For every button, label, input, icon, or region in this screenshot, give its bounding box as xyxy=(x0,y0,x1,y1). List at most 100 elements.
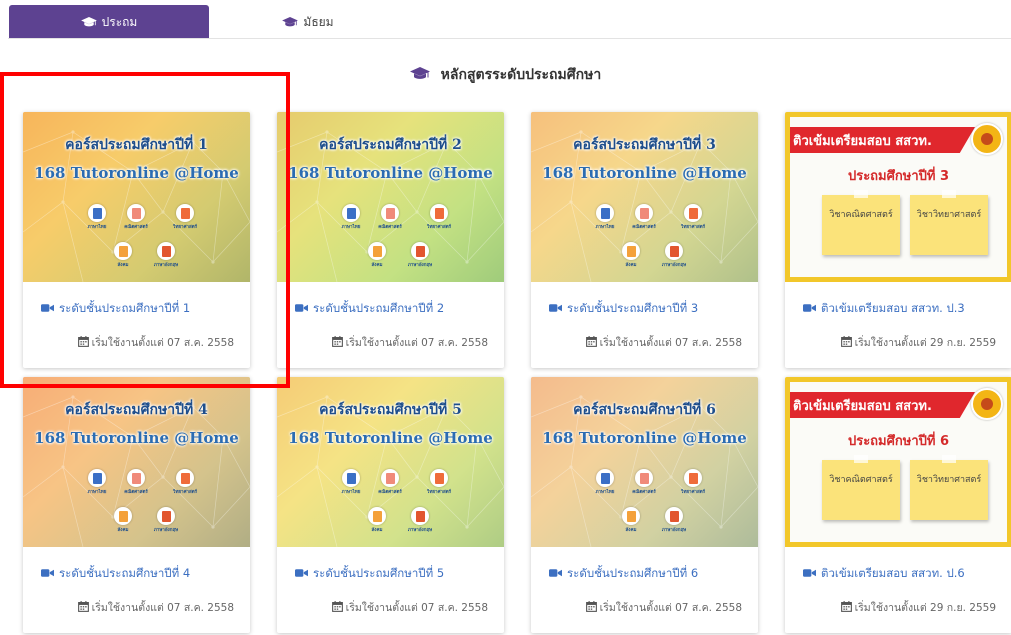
course-card[interactable]: คอร์สประถมศึกษาปีที่ 4 168 Tutoronline @… xyxy=(23,377,250,633)
subject-icon xyxy=(176,469,194,487)
course-title-link[interactable]: ติวเข้มเตรียมสอบ สสวท. ป.6 xyxy=(803,565,965,583)
subject-icon xyxy=(665,242,683,260)
subject-icon xyxy=(127,204,145,222)
course-thumbnail[interactable]: ติวเข้มเตรียมสอบ สสวท. ประถมศึกษาปีที่ 3… xyxy=(785,112,1011,282)
subject-icon xyxy=(114,242,132,260)
course-thumbnail[interactable]: คอร์สประถมศึกษาปีที่ 4 168 Tutoronline @… xyxy=(23,377,250,547)
course-card[interactable]: ติวเข้มเตรียมสอบ สสวท. ประถมศึกษาปีที่ 3… xyxy=(785,112,1011,368)
course-date-text: เริ่มใช้งานตั้งแต่ 07 ส.ค. 2558 xyxy=(345,602,488,614)
sticky-note-math: วิชาคณิตศาสตร์ xyxy=(822,190,900,255)
course-card[interactable]: ติวเข้มเตรียมสอบ สสวท. ประถมศึกษาปีที่ 6… xyxy=(785,377,1011,633)
subject-badge: ภาษาไทย xyxy=(334,204,368,230)
video-camera-icon xyxy=(41,303,54,313)
subject-badge: คณิตศาสตร์ xyxy=(119,204,153,230)
subject-badge: วิทยาศาสตร์ xyxy=(168,469,202,495)
thumbnail-banner: ติวเข้มเตรียมสอบ สสวท. xyxy=(790,392,975,418)
subject-icon xyxy=(368,242,386,260)
course-thumbnail[interactable]: คอร์สประถมศึกษาปีที่ 1 168 Tutoronline @… xyxy=(23,112,250,282)
course-date-text: เริ่มใช้งานตั้งแต่ 29 ก.ย. 2559 xyxy=(854,602,996,614)
subject-icon xyxy=(684,469,702,487)
course-date-text: เริ่มใช้งานตั้งแต่ 07 ส.ค. 2558 xyxy=(91,602,234,614)
thumbnail-subtitle: 168 Tutoronline @Home xyxy=(288,429,493,447)
course-card[interactable]: คอร์สประถมศึกษาปีที่ 2 168 Tutoronline @… xyxy=(277,112,504,368)
calendar-icon xyxy=(586,601,597,612)
subject-badge: วิทยาศาสตร์ xyxy=(676,469,710,495)
tab-secondary[interactable]: มัธยม xyxy=(208,5,408,39)
video-camera-icon xyxy=(549,303,562,313)
course-card[interactable]: คอร์สประถมศึกษาปีที่ 1 168 Tutoronline @… xyxy=(23,112,250,368)
graduation-cap-icon xyxy=(81,17,97,28)
thumbnail-title: คอร์สประถมศึกษาปีที่ 1 xyxy=(65,137,208,153)
course-thumbnail[interactable]: คอร์สประถมศึกษาปีที่ 2 168 Tutoronline @… xyxy=(277,112,504,282)
course-title-link[interactable]: ระดับชั้นประถมศึกษาปีที่ 1 xyxy=(41,300,190,318)
video-camera-icon xyxy=(295,568,308,578)
sticky-note-science: วิชาวิทยาศาสตร์ xyxy=(910,190,988,255)
calendar-icon xyxy=(586,336,597,347)
section-title-text: หลักสูตรระดับประถมศึกษา xyxy=(440,67,602,83)
subject-icon xyxy=(176,204,194,222)
course-start-date: เริ่มใช้งานตั้งแต่ 29 ก.ย. 2559 xyxy=(841,599,996,616)
course-card[interactable]: คอร์สประถมศึกษาปีที่ 6 168 Tutoronline @… xyxy=(531,377,758,633)
tab-secondary-label: มัธยม xyxy=(303,14,334,29)
tab-primary[interactable]: ประถม xyxy=(9,5,209,39)
course-thumbnail[interactable]: คอร์สประถมศึกษาปีที่ 6 168 Tutoronline @… xyxy=(531,377,758,547)
subject-icon xyxy=(157,242,175,260)
video-camera-icon xyxy=(803,568,816,578)
subject-badge: คณิตศาสตร์ xyxy=(119,469,153,495)
subject-icon xyxy=(635,469,653,487)
subject-badge: วิทยาศาสตร์ xyxy=(168,204,202,230)
course-info: ระดับชั้นประถมศึกษาปีที่ 6 เริ่มใช้งานตั… xyxy=(531,547,758,633)
course-date-text: เริ่มใช้งานตั้งแต่ 29 ก.ย. 2559 xyxy=(854,337,996,349)
subject-badge: สังคม xyxy=(614,242,648,268)
course-title-link[interactable]: ระดับชั้นประถมศึกษาปีที่ 5 xyxy=(295,565,444,583)
thumbnail-banner: ติวเข้มเตรียมสอบ สสวท. xyxy=(790,127,975,153)
subject-icon xyxy=(665,507,683,525)
thumbnail-subtitle: 168 Tutoronline @Home xyxy=(34,429,239,447)
course-date-text: เริ่มใช้งานตั้งแต่ 07 ส.ค. 2558 xyxy=(345,337,488,349)
subject-icon xyxy=(684,204,702,222)
course-title-link[interactable]: ระดับชั้นประถมศึกษาปีที่ 4 xyxy=(41,565,190,583)
course-thumbnail[interactable]: คอร์สประถมศึกษาปีที่ 3 168 Tutoronline @… xyxy=(531,112,758,282)
course-info: ติวเข้มเตรียมสอบ สสวท. ป.6 เริ่มใช้งานตั… xyxy=(785,547,1011,633)
video-camera-icon xyxy=(549,568,562,578)
subject-badge: ภาษาอังกฤษ xyxy=(149,242,183,268)
graduation-cap-icon xyxy=(410,67,430,81)
graduation-cap-icon xyxy=(282,17,298,28)
course-thumbnail[interactable]: คอร์สประถมศึกษาปีที่ 5 168 Tutoronline @… xyxy=(277,377,504,547)
course-card[interactable]: คอร์สประถมศึกษาปีที่ 5 168 Tutoronline @… xyxy=(277,377,504,633)
calendar-icon xyxy=(78,601,89,612)
course-start-date: เริ่มใช้งานตั้งแต่ 07 ส.ค. 2558 xyxy=(78,334,234,351)
course-date-text: เริ่มใช้งานตั้งแต่ 07 ส.ค. 2558 xyxy=(91,337,234,349)
course-title-text: ระดับชั้นประถมศึกษาปีที่ 5 xyxy=(313,566,445,580)
subject-badge: สังคม xyxy=(614,507,648,533)
calendar-icon xyxy=(332,601,343,612)
course-start-date: เริ่มใช้งานตั้งแต่ 07 ส.ค. 2558 xyxy=(586,334,742,351)
subject-badge: ภาษาอังกฤษ xyxy=(657,242,691,268)
subject-badge: ภาษาไทย xyxy=(588,204,622,230)
thumbnail-title: คอร์สประถมศึกษาปีที่ 4 xyxy=(65,402,208,418)
course-title-link[interactable]: ระดับชั้นประถมศึกษาปีที่ 2 xyxy=(295,300,444,318)
course-title-link[interactable]: ระดับชั้นประถมศึกษาปีที่ 6 xyxy=(549,565,698,583)
course-start-date: เริ่มใช้งานตั้งแต่ 07 ส.ค. 2558 xyxy=(332,599,488,616)
sticky-note-math: วิชาคณิตศาสตร์ xyxy=(822,455,900,520)
subject-icon xyxy=(381,204,399,222)
thumbnail-title: คอร์สประถมศึกษาปีที่ 3 xyxy=(573,137,716,153)
subject-icon xyxy=(127,469,145,487)
tab-primary-label: ประถม xyxy=(101,14,138,29)
course-title-link[interactable]: ระดับชั้นประถมศึกษาปีที่ 3 xyxy=(549,300,698,318)
course-start-date: เริ่มใช้งานตั้งแต่ 07 ส.ค. 2558 xyxy=(586,599,742,616)
course-start-date: เริ่มใช้งานตั้งแต่ 29 ก.ย. 2559 xyxy=(841,334,996,351)
subject-badge: สังคม xyxy=(106,507,140,533)
subject-icon xyxy=(411,242,429,260)
thumbnail-subtitle: 168 Tutoronline @Home xyxy=(542,164,747,182)
course-info: ระดับชั้นประถมศึกษาปีที่ 5 เริ่มใช้งานตั… xyxy=(277,547,504,633)
course-thumbnail[interactable]: ติวเข้มเตรียมสอบ สสวท. ประถมศึกษาปีที่ 6… xyxy=(785,377,1011,547)
course-title-link[interactable]: ติวเข้มเตรียมสอบ สสวท. ป.3 xyxy=(803,300,965,318)
thumbnail-title: คอร์สประถมศึกษาปีที่ 6 xyxy=(573,402,716,418)
subject-icon xyxy=(622,242,640,260)
subject-badge: วิทยาศาสตร์ xyxy=(676,204,710,230)
course-date-text: เริ่มใช้งานตั้งแต่ 07 ส.ค. 2558 xyxy=(599,602,742,614)
course-card[interactable]: คอร์สประถมศึกษาปีที่ 3 168 Tutoronline @… xyxy=(531,112,758,368)
video-camera-icon xyxy=(295,303,308,313)
section-title: หลักสูตรระดับประถมศึกษา xyxy=(0,64,1011,86)
